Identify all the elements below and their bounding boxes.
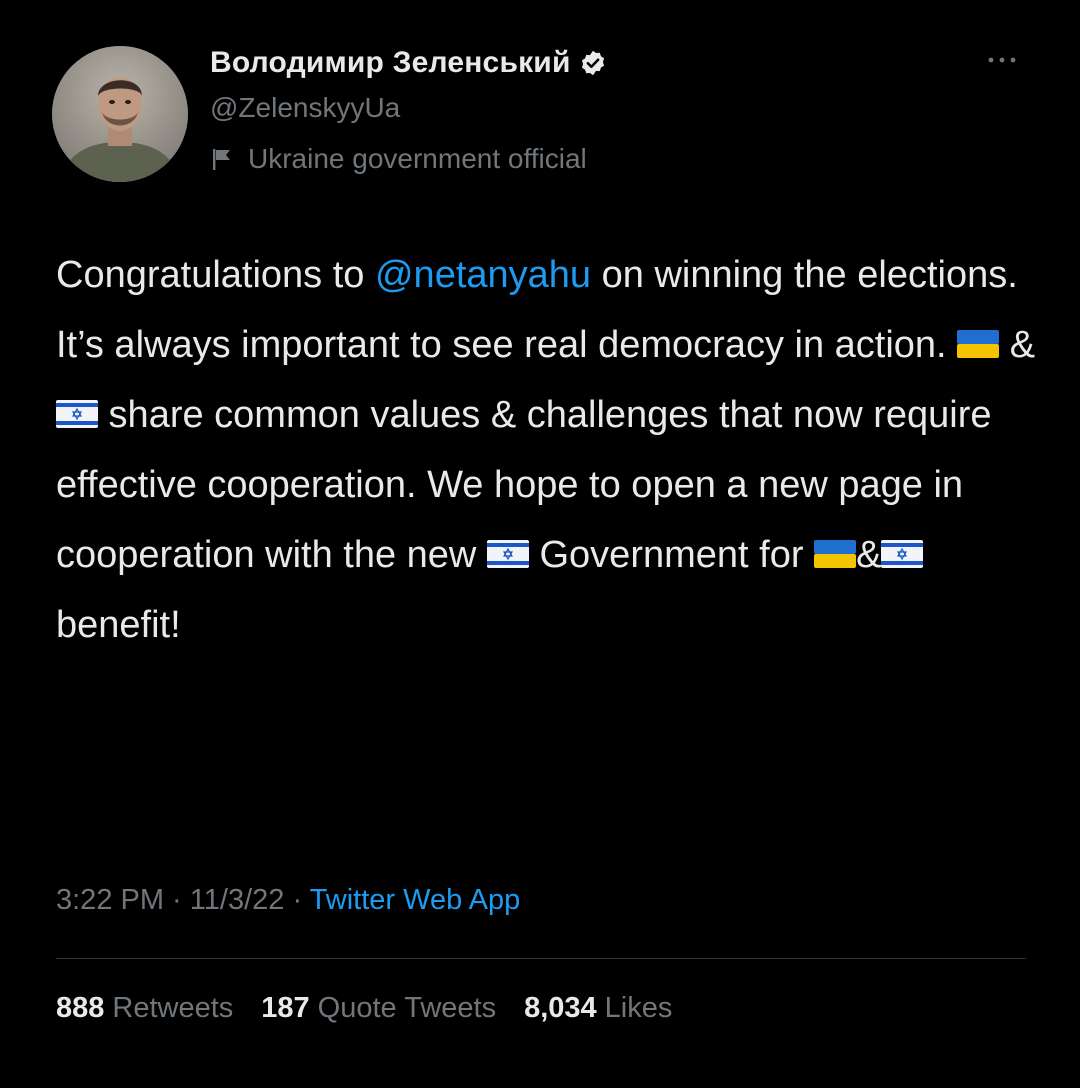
retweets-count: 888 (56, 992, 105, 1024)
tweet-text: Congratulations to @netanyahu on winning… (56, 240, 1046, 660)
tweet-text-segment: & (856, 534, 882, 576)
mention-link[interactable]: @netanyahu (375, 254, 591, 296)
likes-count: 8,034 (524, 992, 597, 1024)
quote-tweets-label: Quote Tweets (317, 992, 497, 1024)
more-options-icon[interactable] (982, 50, 1022, 70)
tweet-text-segment: Congratulations to (56, 254, 375, 296)
ukraine-flag-emoji (957, 329, 1000, 358)
tweet-meta: 3:22 PM · 11/3/22 · Twitter Web App (56, 884, 520, 917)
likes-label: Likes (604, 992, 673, 1024)
divider (56, 958, 1026, 959)
ukraine-flag-emoji (814, 539, 857, 568)
israel-flag-emoji (881, 539, 924, 568)
tweet-card: Володимир Зеленський @ZelenskyyUa Ukrain… (0, 0, 1080, 1088)
tweet-text-segment: benefit! (56, 604, 181, 646)
tweet-text-segment: Government for (528, 534, 815, 576)
tweet-time[interactable]: 3:22 PM (56, 884, 164, 916)
retweets-stat[interactable]: 888 Retweets (56, 992, 233, 1025)
flag-icon (210, 146, 236, 172)
quote-tweets-count: 187 (261, 992, 310, 1024)
avatar-image (52, 46, 188, 182)
affiliation-text: Ukraine government official (248, 143, 587, 174)
likes-stat[interactable]: 8,034 Likes (524, 992, 672, 1025)
meta-separator: · (284, 884, 310, 916)
israel-flag-emoji (56, 399, 98, 428)
author-name-row[interactable]: Володимир Зеленський (210, 46, 607, 80)
tweet-date[interactable]: 11/3/22 (190, 884, 285, 916)
israel-flag-emoji (486, 539, 529, 568)
affiliation-label[interactable]: Ukraine government official (210, 143, 587, 175)
meta-separator: · (164, 884, 190, 916)
tweet-source-link[interactable]: Twitter Web App (310, 884, 521, 916)
author-handle[interactable]: @ZelenskyyUa (210, 92, 400, 124)
quote-tweets-stat[interactable]: 187 Quote Tweets (261, 992, 496, 1025)
verified-badge-icon (579, 49, 607, 77)
tweet-text-segment: & (999, 324, 1036, 366)
avatar[interactable] (52, 46, 188, 182)
retweets-label: Retweets (112, 992, 234, 1024)
tweet-stats: 888 Retweets 187 Quote Tweets 8,034 Likes (56, 992, 672, 1025)
author-display-name[interactable]: Володимир Зеленський (210, 46, 571, 80)
